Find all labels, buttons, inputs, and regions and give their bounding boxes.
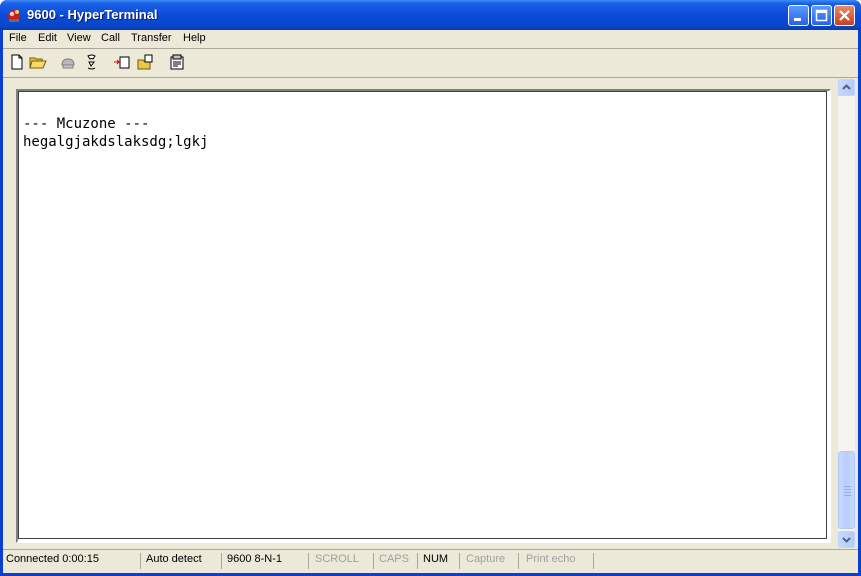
- open-icon[interactable]: [29, 53, 47, 71]
- title-bar[interactable]: 9600 - HyperTerminal: [0, 0, 861, 30]
- status-scroll: SCROLL: [315, 553, 360, 565]
- hyperterminal-window: 9600 - HyperTerminal File Edit View Call…: [0, 0, 861, 576]
- menu-file[interactable]: File: [9, 32, 27, 44]
- status-divider: [373, 553, 374, 569]
- status-divider: [518, 553, 519, 569]
- hyperterminal-app-icon[interactable]: [6, 7, 22, 23]
- status-num: NUM: [423, 553, 449, 565]
- menu-edit[interactable]: Edit: [38, 32, 57, 44]
- close-icon: [839, 10, 850, 21]
- status-caps: CAPS: [379, 553, 409, 565]
- grip-line: [844, 495, 851, 496]
- new-icon[interactable]: [8, 53, 26, 71]
- status-separator: [3, 549, 858, 550]
- status-divider: [417, 553, 418, 569]
- close-button[interactable]: [834, 5, 855, 26]
- phone-icon[interactable]: [59, 53, 77, 71]
- scroll-down-button[interactable]: [838, 531, 855, 548]
- receive-icon[interactable]: [137, 53, 155, 71]
- arrow-down-icon: [842, 537, 851, 543]
- properties-icon[interactable]: [168, 53, 186, 71]
- minimize-icon: [794, 18, 801, 21]
- scroll-up-button[interactable]: [838, 79, 855, 96]
- terminal-line: hegalgjakdslaksdg;lgkj: [23, 134, 209, 150]
- menu-help[interactable]: Help: [183, 32, 206, 44]
- status-connected: Connected 0:00:15: [6, 553, 99, 565]
- status-divider: [459, 553, 460, 569]
- status-settings: 9600 8-N-1: [227, 553, 283, 565]
- terminal-line: --- Mcuzone ---: [23, 116, 150, 132]
- menu-call[interactable]: Call: [101, 32, 120, 44]
- vertical-scrollbar[interactable]: [838, 79, 855, 548]
- terminal-screen[interactable]: --- Mcuzone --- hegalgjakdslaksdg;lgkj: [18, 91, 827, 539]
- grip-line: [844, 492, 851, 493]
- status-detect: Auto detect: [146, 553, 202, 565]
- disconnect-icon[interactable]: [83, 53, 101, 71]
- status-divider: [593, 553, 594, 569]
- scroll-thumb[interactable]: [838, 451, 855, 529]
- status-print-echo: Print echo: [526, 553, 576, 565]
- menu-transfer[interactable]: Transfer: [131, 32, 172, 44]
- status-bar: Connected 0:00:15 Auto detect 9600 8-N-1…: [3, 551, 858, 571]
- maximize-button[interactable]: [811, 5, 832, 26]
- toolbar: [3, 49, 858, 77]
- menu-bar: File Edit View Call Transfer Help: [3, 30, 858, 48]
- status-divider: [221, 553, 222, 569]
- send-icon[interactable]: [113, 53, 131, 71]
- arrow-up-icon: [842, 84, 851, 90]
- status-divider: [140, 553, 141, 569]
- terminal-area: --- Mcuzone --- hegalgjakdslaksdg;lgkj: [3, 79, 858, 548]
- grip-line: [844, 486, 851, 487]
- menu-view[interactable]: View: [67, 32, 91, 44]
- minimize-button[interactable]: [788, 5, 809, 26]
- maximize-icon: [815, 9, 828, 22]
- terminal-frame: --- Mcuzone --- hegalgjakdslaksdg;lgkj: [16, 89, 831, 543]
- grip-line: [844, 489, 851, 490]
- window-body: File Edit View Call Transfer Help --- Mc…: [3, 30, 858, 573]
- status-capture: Capture: [466, 553, 506, 565]
- toolbar-separator: [3, 77, 858, 78]
- window-title: 9600 - HyperTerminal: [27, 7, 158, 22]
- status-divider: [308, 553, 309, 569]
